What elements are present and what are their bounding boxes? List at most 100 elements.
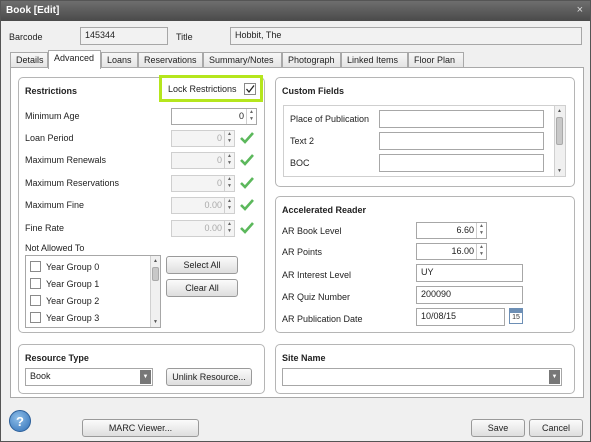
custom-fields-list: Place of Publication Text 2 BOC ▲ ▼ <box>283 105 566 177</box>
ar-publication-date-field[interactable]: 10/08/15 <box>416 308 505 326</box>
green-check-icon <box>240 132 254 144</box>
maximum-reservations-label: Maximum Reservations <box>25 178 120 188</box>
year-group-scrollbar[interactable]: ▲ ▼ <box>150 256 160 327</box>
green-check-icon <box>240 154 254 166</box>
year-group-3-checkbox[interactable] <box>30 312 41 323</box>
spin-up-icon[interactable]: ▲ <box>225 176 234 183</box>
minimum-age-spinner[interactable]: 0 ▲ ▼ <box>171 108 257 125</box>
spin-down-icon[interactable]: ▼ <box>477 230 486 237</box>
unlink-resource-button[interactable]: Unlink Resource... <box>166 368 252 386</box>
maximum-reservations-spinner[interactable]: 0 ▲ ▼ <box>171 175 235 192</box>
chevron-down-icon[interactable]: ▼ <box>140 370 151 384</box>
boc-field[interactable] <box>379 154 544 172</box>
place-of-publication-field[interactable] <box>379 110 544 128</box>
tab-details[interactable]: Details <box>10 52 48 68</box>
spin-up-icon[interactable]: ▲ <box>477 223 486 230</box>
ar-interest-level-label: AR Interest Level <box>282 270 352 280</box>
scroll-down-icon[interactable]: ▼ <box>151 317 160 327</box>
spin-down-icon[interactable]: ▼ <box>477 251 486 258</box>
ar-book-level-spinner[interactable]: 6.60 ▲ ▼ <box>416 222 487 239</box>
site-name-title: Site Name <box>282 353 326 363</box>
loan-period-spinner[interactable]: 0 ▲ ▼ <box>171 130 235 147</box>
ar-points-spinner[interactable]: 16.00 ▲ ▼ <box>416 243 487 260</box>
resource-type-select[interactable]: Book ▼ <box>25 368 153 386</box>
resource-type-title: Resource Type <box>25 353 89 363</box>
tab-reservations[interactable]: Reservations <box>138 52 203 68</box>
clear-all-button[interactable]: Clear All <box>166 279 238 297</box>
spin-down-icon[interactable]: ▼ <box>225 205 234 212</box>
year-group-2-checkbox[interactable] <box>30 295 41 306</box>
calendar-day: 15 <box>512 314 520 321</box>
spin-down-icon[interactable]: ▼ <box>225 228 234 235</box>
year-group-1-checkbox[interactable] <box>30 278 41 289</box>
spin-down-icon[interactable]: ▼ <box>225 183 234 190</box>
green-check-icon <box>240 199 254 211</box>
title-bar: Book [Edit] × <box>1 1 590 21</box>
spin-up-icon[interactable]: ▲ <box>225 131 234 138</box>
maximum-renewals-value: 0 <box>216 155 222 165</box>
help-icon[interactable]: ? <box>9 410 31 432</box>
spin-up-icon[interactable]: ▲ <box>247 109 256 116</box>
custom-fields-scrollbar[interactable]: ▲ ▼ <box>554 106 565 176</box>
year-group-0-checkbox[interactable] <box>30 261 41 272</box>
lock-restrictions-highlight: Lock Restrictions <box>159 75 263 102</box>
checkmark-icon <box>246 85 255 94</box>
title-label: Title <box>176 32 193 42</box>
scroll-down-icon[interactable]: ▼ <box>555 166 564 176</box>
ar-book-level-label: AR Book Level <box>282 226 342 236</box>
maximum-fine-value: 0.00 <box>204 200 222 210</box>
maximum-renewals-spinner[interactable]: 0 ▲ ▼ <box>171 152 235 169</box>
maximum-fine-spinner[interactable]: 0.00 ▲ ▼ <box>171 197 235 214</box>
year-group-list[interactable]: Year Group 0 Year Group 1 Year Group 2 Y… <box>25 255 161 328</box>
lock-restrictions-checkbox[interactable] <box>244 83 256 95</box>
spin-up-icon[interactable]: ▲ <box>225 153 234 160</box>
text-2-field[interactable] <box>379 132 544 150</box>
cancel-button[interactable]: Cancel <box>529 419 583 437</box>
scroll-thumb[interactable] <box>152 267 159 281</box>
ar-publication-date-label: AR Publication Date <box>282 314 363 324</box>
green-check-icon <box>240 177 254 189</box>
resource-type-value: Book <box>30 371 51 381</box>
tab-linked-items[interactable]: Linked Items <box>341 52 408 68</box>
scroll-thumb[interactable] <box>556 117 563 145</box>
lock-restrictions-label: Lock Restrictions <box>168 84 237 94</box>
window-title: Book [Edit] <box>6 5 60 16</box>
ar-interest-level-field[interactable]: UY <box>416 264 523 282</box>
maximum-reservations-value: 0 <box>216 178 222 188</box>
ar-quiz-number-field[interactable]: 200090 <box>416 286 523 304</box>
close-icon[interactable]: × <box>577 4 583 16</box>
ar-points-value: 16.00 <box>451 246 474 256</box>
spin-down-icon[interactable]: ▼ <box>247 116 256 123</box>
boc-label: BOC <box>290 158 310 168</box>
tab-summary-notes[interactable]: Summary/Notes <box>203 52 282 68</box>
spin-up-icon[interactable]: ▲ <box>225 221 234 228</box>
site-name-group: Site Name ▼ <box>275 344 575 394</box>
spin-up-icon[interactable]: ▲ <box>225 198 234 205</box>
barcode-label: Barcode <box>9 32 43 42</box>
ar-book-level-value: 6.60 <box>456 225 474 235</box>
barcode-field[interactable]: 145344 <box>80 27 168 45</box>
spin-down-icon[interactable]: ▼ <box>225 160 234 167</box>
title-field[interactable]: Hobbit, The <box>230 27 582 45</box>
site-name-select[interactable]: ▼ <box>282 368 562 386</box>
calendar-icon[interactable]: 15 <box>509 308 523 324</box>
save-button[interactable]: Save <box>471 419 525 437</box>
select-all-button[interactable]: Select All <box>166 256 238 274</box>
spin-up-icon[interactable]: ▲ <box>477 244 486 251</box>
maximum-renewals-label: Maximum Renewals <box>25 155 107 165</box>
scroll-up-icon[interactable]: ▲ <box>151 256 160 266</box>
tab-loans[interactable]: Loans <box>101 52 138 68</box>
year-group-0-label: Year Group 0 <box>46 262 100 272</box>
ar-points-label: AR Points <box>282 247 323 257</box>
year-group-1-label: Year Group 1 <box>46 279 100 289</box>
green-check-icon <box>240 222 254 234</box>
scroll-up-icon[interactable]: ▲ <box>555 106 564 116</box>
tab-advanced[interactable]: Advanced <box>48 50 101 69</box>
fine-rate-spinner[interactable]: 0.00 ▲ ▼ <box>171 220 235 237</box>
marc-viewer-button[interactable]: MARC Viewer... <box>82 419 199 437</box>
tab-photograph[interactable]: Photograph <box>282 52 341 68</box>
place-of-publication-label: Place of Publication <box>290 114 370 124</box>
tab-floor-plan[interactable]: Floor Plan <box>408 52 464 68</box>
spin-down-icon[interactable]: ▼ <box>225 138 234 145</box>
chevron-down-icon[interactable]: ▼ <box>549 370 560 384</box>
